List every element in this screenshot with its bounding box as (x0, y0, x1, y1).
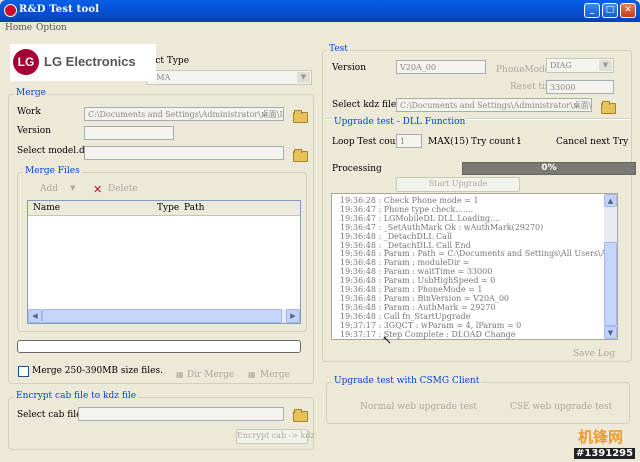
log-output[interactable]: 19:36:28 : Check Phone mode = 1 19:36:47 … (331, 193, 618, 340)
version-label: Version (17, 126, 52, 136)
phonemode-select[interactable]: DIAG ▼ (546, 58, 614, 73)
work-field[interactable]: C:\Documents and Settings\Administrator\… (84, 107, 284, 121)
delete-icon[interactable]: ✕ (93, 183, 102, 196)
try-count-label: Try count : (471, 137, 521, 147)
menu-option[interactable]: Option (36, 23, 67, 33)
merge-progress-bar (17, 340, 301, 353)
dir-merge-button[interactable]: Dir Merge (187, 370, 234, 380)
folder-open-icon[interactable] (293, 409, 308, 422)
watermark-id: #1391295 (574, 448, 636, 459)
version-field[interactable] (84, 126, 174, 140)
upgrade-legend: Upgrade test - DLL Function (332, 117, 468, 127)
merge-size-label: Merge 250-390MB size files. (32, 366, 163, 376)
scroll-right-icon[interactable]: ▶ (286, 309, 300, 323)
scrollbar-thumb[interactable] (42, 309, 282, 323)
scrollbar-thumb[interactable] (604, 242, 617, 326)
test-legend: Test (327, 44, 350, 54)
app-icon (4, 4, 17, 17)
phonemode-value: DIAG (550, 61, 572, 70)
merge-button[interactable]: Merge (260, 370, 290, 380)
select-cab-label: Select cab file (17, 410, 82, 420)
column-header-type[interactable]: Type (153, 201, 180, 216)
select-kdz-label: Select kdz file (332, 100, 397, 110)
work-label: Work (17, 107, 41, 117)
loop-count-label: Loop Test count (332, 137, 405, 147)
horizontal-scrollbar[interactable]: ◀ ▶ (28, 309, 300, 323)
folder-open-icon[interactable] (293, 149, 308, 162)
try-count-value: 1 (516, 137, 522, 147)
encrypt-button[interactable]: Encrypt cab -> kdz (236, 429, 315, 444)
watermark-site: 机锋网 (578, 428, 624, 446)
cancel-next-try-label: Cancel next Try (556, 137, 629, 147)
dir-merge-icon: ▦ (176, 370, 184, 379)
merge-legend: Merge (14, 88, 48, 98)
type-select[interactable]: DMA ▼ (146, 70, 312, 85)
minimize-button[interactable]: _ (584, 3, 600, 18)
lg-logo-mark: LG (13, 49, 39, 75)
merge-files-list[interactable]: Name Type Path ◀ ▶ (27, 200, 301, 324)
start-upgrade-button[interactable]: Start Upgrade (396, 177, 520, 192)
loop-count-field[interactable]: 1 (396, 134, 422, 148)
cse-web-upgrade-button[interactable]: CSE web upgrade test (510, 402, 612, 412)
phonemode-label: PhoneMode (496, 65, 551, 75)
window-title: R&D Test tool (19, 4, 100, 15)
close-button[interactable]: ✕ (620, 3, 636, 18)
merge-size-checkbox[interactable] (18, 366, 29, 377)
scroll-up-icon[interactable]: ▲ (604, 194, 617, 207)
processing-label: Processing (332, 164, 382, 174)
column-header-name[interactable]: Name (28, 201, 153, 216)
delete-button[interactable]: Delete (108, 184, 138, 194)
menu-bar: Home Option (0, 22, 640, 36)
test-version-field[interactable]: V20A_00 (396, 60, 486, 74)
reset-time-field[interactable]: 33000 (546, 80, 614, 94)
merge-icon: ▦ (248, 370, 256, 379)
select-dll-field[interactable] (84, 146, 284, 160)
scroll-down-icon[interactable]: ▼ (604, 326, 617, 339)
vertical-scrollbar[interactable]: ▲ ▼ (604, 194, 617, 339)
upgrade-progress-bar: 0% (462, 162, 636, 175)
mouse-cursor-icon: ↖ (382, 333, 393, 347)
max-label: MAX(15) (428, 137, 469, 147)
select-kdz-field[interactable]: C:\Documents and Settings\Administrator\… (396, 98, 592, 112)
csmg-legend: Upgrade test with CSMG Client (332, 376, 482, 386)
column-header-path[interactable]: Path (180, 201, 300, 216)
select-cab-field[interactable] (78, 407, 284, 421)
chevron-down-icon: ▼ (599, 60, 612, 71)
chevron-down-icon[interactable]: ▼ (70, 184, 75, 192)
maximize-button[interactable]: □ (602, 3, 618, 18)
scroll-left-icon[interactable]: ◀ (28, 309, 42, 323)
lg-logo-text: LG Electronics (44, 54, 136, 69)
merge-files-legend: Merge Files (23, 166, 82, 176)
encrypt-legend: Encrypt cab file to kdz file (14, 391, 139, 401)
lg-logo: LG LG Electronics (10, 44, 156, 81)
add-button[interactable]: Add (40, 184, 58, 194)
save-log-button[interactable]: Save Log (573, 349, 615, 359)
title-bar: R&D Test tool _ □ ✕ (0, 0, 640, 22)
log-line: 19:37:17 : Step Complete : DLOAD Change (340, 329, 516, 339)
normal-web-upgrade-button[interactable]: Normal web upgrade test (360, 402, 477, 412)
folder-open-icon[interactable] (601, 101, 616, 114)
menu-home[interactable]: Home (5, 23, 32, 33)
folder-open-icon[interactable] (293, 110, 308, 123)
select-dll-label: Select model.dll (17, 146, 91, 156)
chevron-down-icon: ▼ (297, 72, 310, 83)
test-version-label: Version (332, 63, 367, 73)
